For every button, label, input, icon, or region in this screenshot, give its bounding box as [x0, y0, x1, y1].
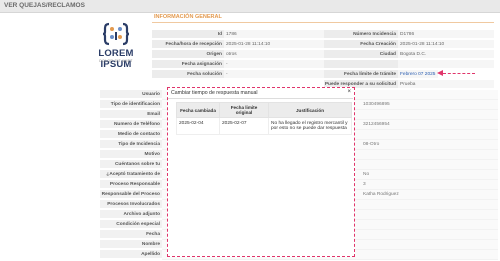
section-title: INFORMACIÓN GENERAL: [154, 14, 222, 20]
info-value-city: Bogota D.C.: [398, 50, 494, 59]
info-label-id: Id: [152, 30, 224, 39]
annotation-arrow-line: [443, 73, 475, 74]
cell-justification: No ha llegado el registro mercantil y po…: [268, 117, 352, 135]
form-label-id-type: Tipo de identificacion: [100, 100, 162, 109]
info-label-deadline: Fecha límite de trámite: [324, 70, 398, 79]
info-label-reception: Fecha/hora de recepción: [152, 40, 224, 49]
close-icon[interactable]: ×: [347, 89, 351, 95]
form-value-id-type: 1030496895: [363, 102, 390, 107]
form-label-involved: Procesos Involucrados: [100, 200, 162, 209]
form-label-data-treatment: ¿Aceptó tratamiento de datos?: [100, 170, 162, 186]
info-value-assignment: -: [224, 60, 324, 69]
form-value-process: 3: [363, 182, 366, 187]
form-label-incident-type: Tipo de Incidencia: [100, 140, 162, 149]
info-value-blank: [398, 60, 494, 69]
deadline-change-table: Fecha cambiada Fecha limite original Jus…: [176, 102, 352, 135]
logo-icon: [103, 22, 129, 46]
form-label-date: Fecha: [100, 230, 162, 239]
company-logo: LOREM IPSUM DOLOR SIT AMET: [84, 22, 148, 70]
info-value-solution: -: [224, 70, 324, 79]
form-label-user: Usuario: [100, 90, 162, 99]
form-label-reason: Motivo: [100, 150, 162, 159]
column-header-original-deadline: Fecha limite original: [219, 102, 269, 118]
table-row: 2025-02-04 2025-02-07 No ha llegado el r…: [176, 117, 352, 135]
form-label-condition: Condición especial: [100, 220, 162, 229]
form-label-contact-medium: Medio de contacto preferido: [100, 130, 162, 146]
info-label-solution: Fecha solución: [152, 70, 224, 79]
page-title: VER QUEJAS/RECLAMOS: [4, 2, 85, 9]
form-label-email: Email: [100, 110, 162, 119]
cell-original-deadline: 2025-02-07: [219, 117, 269, 135]
change-response-time-modal: Cambiar tiempo de respuesta manual × Fec…: [167, 87, 355, 257]
form-value-phone: 3212456954: [363, 122, 390, 127]
form-label-request: Cuéntanos sobre tu solicitud: [100, 160, 162, 176]
form-value-data-treatment: No: [363, 172, 370, 177]
info-label-blank: [324, 60, 398, 69]
annotation-arrow-head: [437, 70, 443, 76]
form-label-process: Proceso Responsable: [100, 180, 162, 189]
logo-tagline: DOLOR SIT AMET: [99, 59, 133, 63]
form-label-phone: Numero de Teléfono: [100, 120, 162, 129]
general-info-header: INFORMACIÓN GENERAL: [152, 14, 494, 23]
info-value-origin: otros: [224, 50, 324, 59]
top-bar: VER QUEJAS/RECLAMOS: [0, 0, 500, 13]
info-value-creation: 2025-01-28 11:14:10: [398, 40, 494, 49]
form-label-name: Nombre: [100, 240, 162, 249]
info-value-respond: Prueba: [398, 80, 494, 89]
info-label-origin: Origen: [152, 50, 224, 59]
form-value-process-owner: Katha Rodriguez: [363, 192, 399, 197]
form-label-process-owner: Responsable del Proceso: [100, 190, 162, 199]
info-label-city: Ciudad: [324, 50, 398, 59]
info-label-incident-number: Número Incidencia: [324, 30, 398, 39]
form-label-lastname: Apellido: [100, 250, 162, 259]
info-value-reception: 2025-01-28 11:14:10: [224, 40, 324, 49]
column-header-changed-date: Fecha cambiada: [176, 102, 220, 118]
modal-divider: [168, 98, 353, 99]
column-header-justification: Justificación: [268, 102, 352, 118]
info-value-incident-number: D1786: [398, 30, 494, 39]
info-label-assignment: Fecha asignación: [152, 60, 224, 69]
form-label-attachment: Archivo adjunto: [100, 210, 162, 219]
info-label-creation: Fecha Creación: [324, 40, 398, 49]
cell-changed-date: 2025-02-04: [176, 117, 220, 135]
modal-title: Cambiar tiempo de respuesta manual: [171, 90, 258, 96]
deadline-link[interactable]: Febrero 07 2025: [398, 70, 438, 79]
form-value-incident-type: 08-Otro: [363, 142, 380, 147]
info-value-id: 1786: [224, 30, 324, 39]
